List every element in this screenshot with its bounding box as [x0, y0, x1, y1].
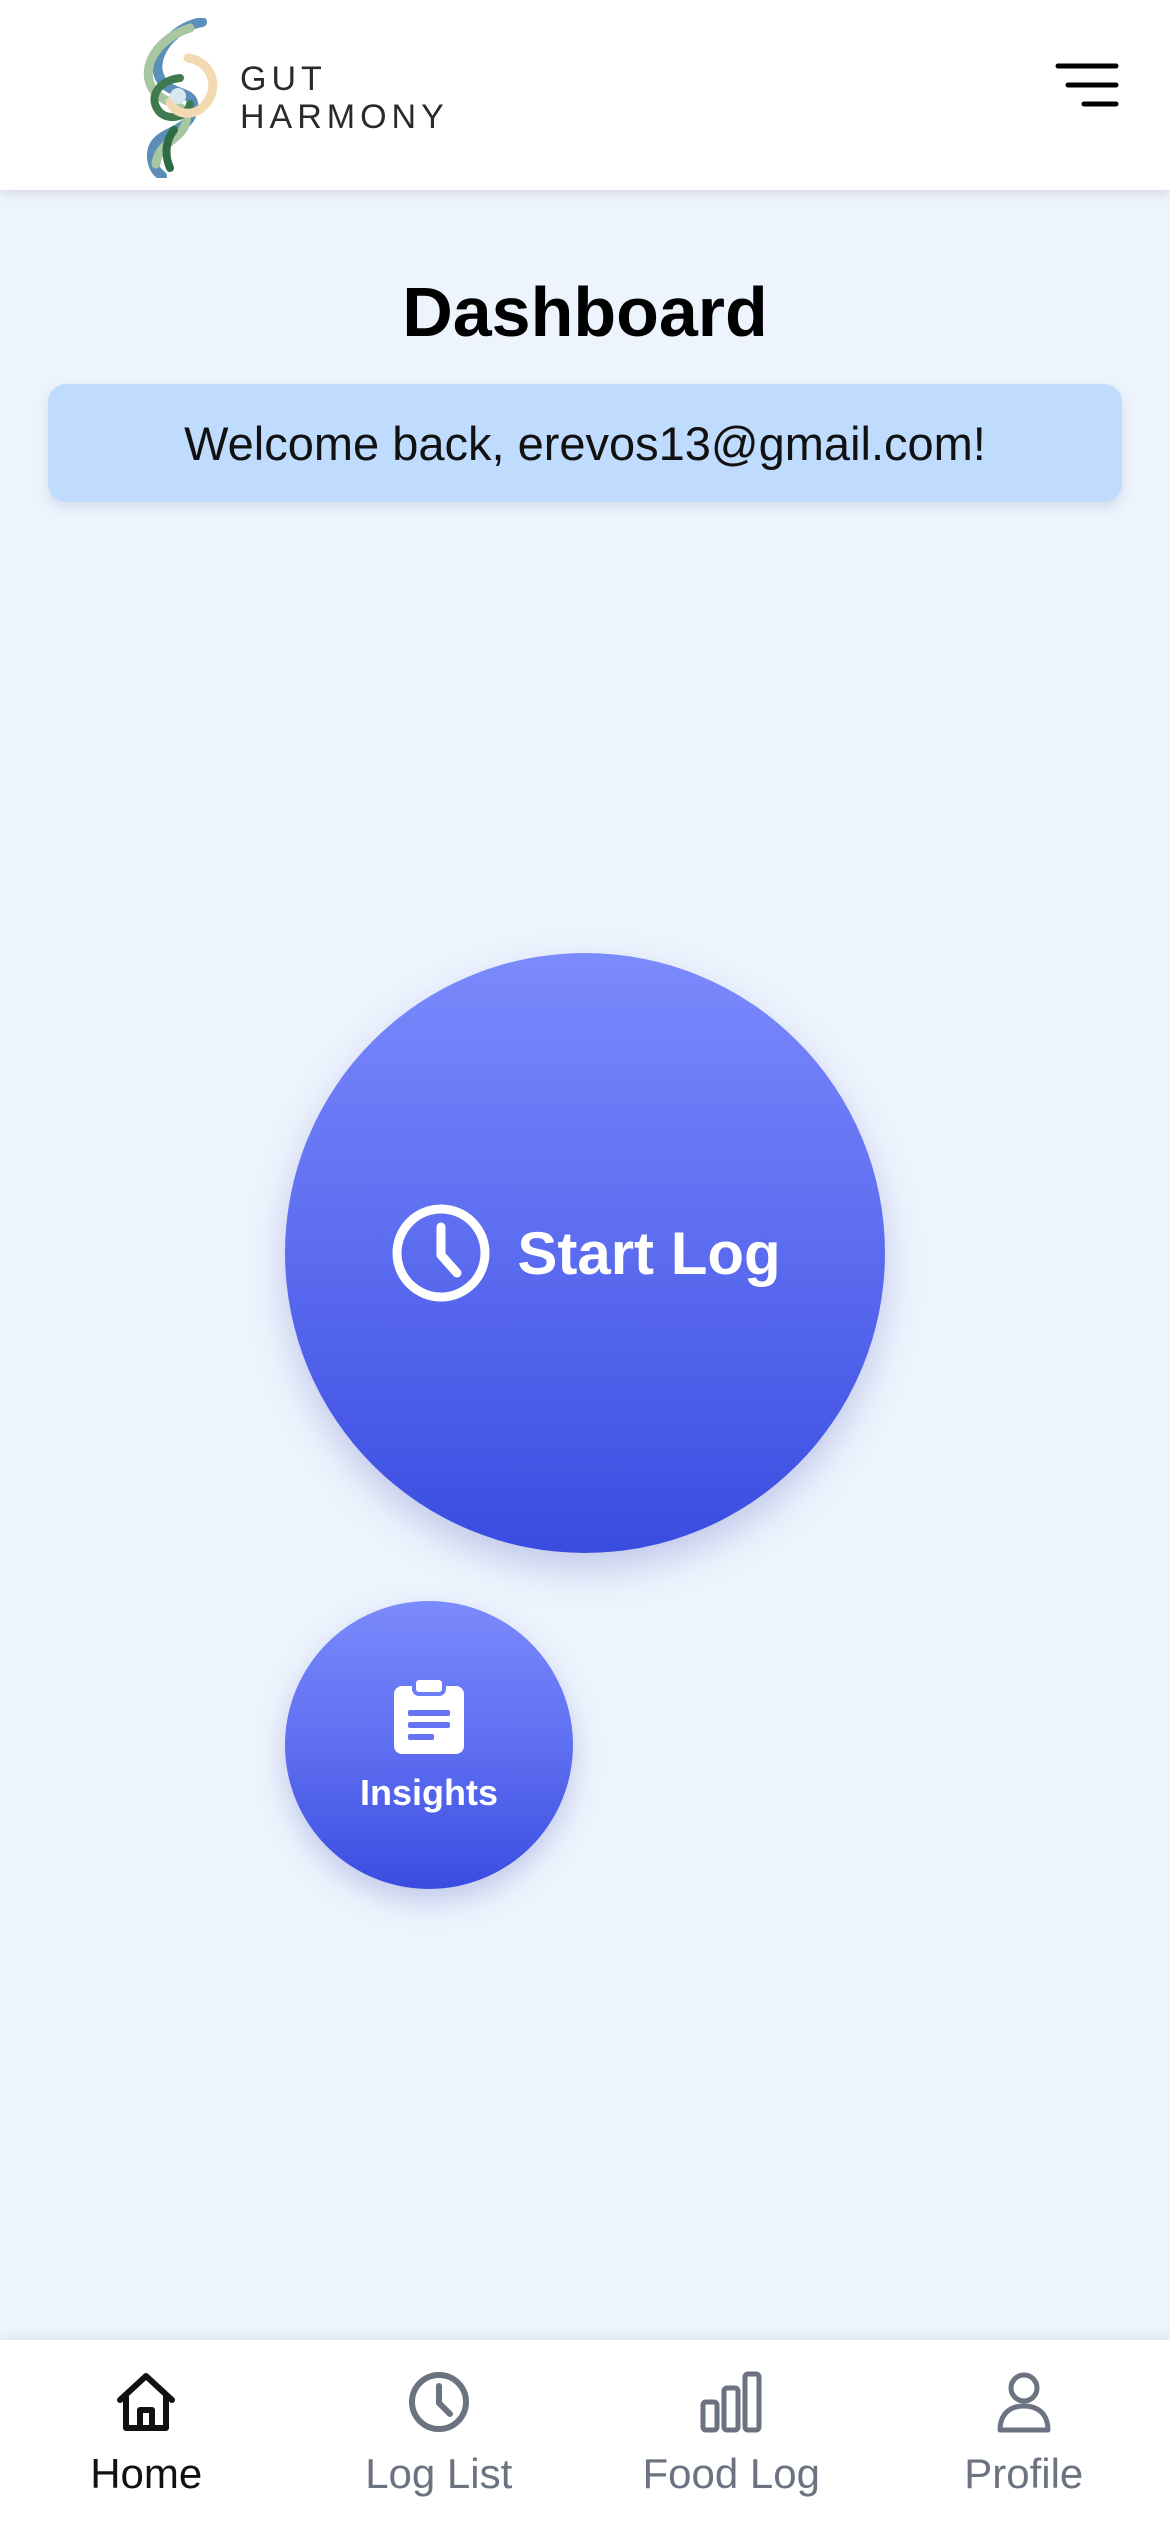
bar-chart-icon — [700, 2371, 762, 2433]
gut-harmony-logo-icon — [143, 18, 218, 178]
menu-icon — [1055, 63, 1119, 107]
user-icon — [997, 2372, 1051, 2433]
welcome-message: Welcome back, erevos13@gmail.com! — [184, 416, 986, 470]
nav-item-home[interactable]: Home — [0, 2340, 293, 2532]
nav-item-log-list[interactable]: Log List — [293, 2340, 586, 2532]
nav-item-food-log[interactable]: Food Log — [585, 2340, 878, 2532]
brand-line-gut: GUT — [240, 60, 327, 98]
page-title: Dashboard — [402, 273, 768, 351]
brand-wordmark: GUT HARMONY — [240, 60, 449, 136]
brand-line-harmony: HARMONY — [240, 98, 449, 136]
insights-button[interactable]: Insights — [285, 1601, 573, 1889]
nav-label-home: Home — [90, 2450, 203, 2497]
bottom-nav: Home Log List Food Log Profile — [0, 2340, 1170, 2532]
start-log-label: Start Log — [517, 1219, 781, 1287]
nav-label-profile: Profile — [964, 2450, 1084, 2497]
menu-button[interactable] — [1054, 60, 1120, 110]
welcome-banner: Welcome back, erevos13@gmail.com! — [48, 384, 1122, 502]
clock-icon — [408, 2372, 469, 2432]
brand-logo[interactable]: GUT HARMONY — [130, 18, 460, 178]
home-icon — [117, 2373, 176, 2431]
nav-label-food-log: Food Log — [642, 2450, 820, 2497]
nav-label-log-list: Log List — [365, 2450, 513, 2497]
clock-icon — [392, 1204, 490, 1302]
clipboard-icon — [394, 1676, 464, 1754]
nav-item-profile[interactable]: Profile — [878, 2340, 1170, 2532]
start-log-button[interactable]: Start Log — [285, 953, 885, 1553]
insights-label: Insights — [359, 1772, 498, 1813]
app-header: GUT HARMONY — [0, 0, 1170, 190]
